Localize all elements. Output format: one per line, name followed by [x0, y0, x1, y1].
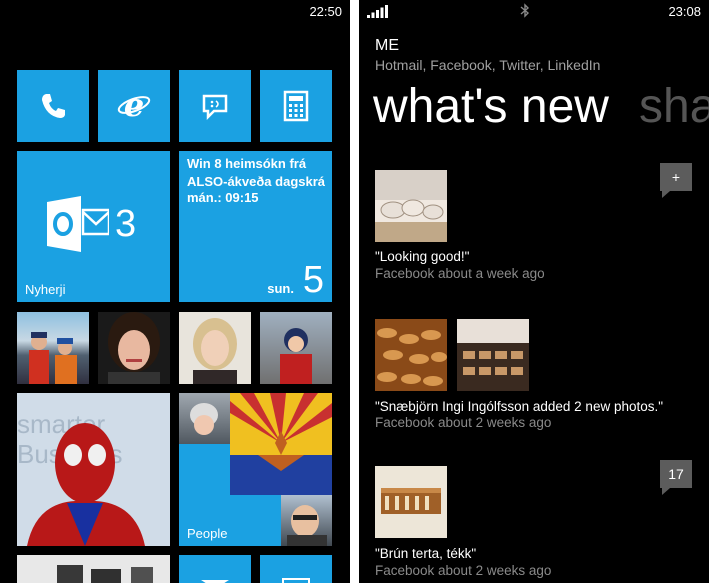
feed-item[interactable]: + "Looking good!" Facebook about a week … — [359, 163, 709, 285]
store-icon — [282, 577, 310, 583]
feed-photo — [375, 319, 447, 391]
people-tile-label: People — [187, 526, 228, 541]
comment-badge[interactable]: + — [660, 163, 692, 198]
phone-icon — [17, 70, 89, 142]
mail-tile[interactable] — [179, 555, 251, 583]
bluetooth-icon — [520, 3, 530, 23]
feed-caption: "Brún terta, tékk" — [375, 546, 477, 561]
calendar-tile[interactable]: Win 8 heimsókn frá ALSO-ákveða dagskrá m… — [179, 151, 332, 302]
people-photo-tile[interactable] — [179, 312, 251, 384]
feed-source-time: Facebook about 2 weeks ago — [375, 563, 552, 578]
people-photo-tile[interactable] — [260, 312, 332, 384]
mail-icon — [201, 577, 229, 583]
photo-tile[interactable] — [17, 555, 170, 583]
people-hub-tile[interactable]: People — [179, 393, 332, 546]
comment-count-badge[interactable]: 17 — [660, 460, 692, 495]
people-photo: smarter Business — [17, 409, 145, 546]
feed-source-time: Facebook about a week ago — [375, 266, 545, 281]
phone-tile[interactable] — [17, 70, 89, 142]
signal-strength-icon — [367, 5, 389, 23]
feed-source-time: Facebook about 2 weeks ago — [375, 415, 552, 430]
hub-subtitle: Hotmail, Facebook, Twitter, LinkedIn — [375, 57, 601, 73]
people-photo — [280, 328, 312, 384]
me-hub-screen: 23:08 ME Hotmail, Facebook, Twitter, Lin… — [359, 0, 709, 583]
calendar-day: sun. — [267, 281, 294, 296]
feed-photo — [375, 170, 447, 242]
feed-item[interactable]: "Snæbjörn Ingi Ingólfsson added 2 new ph… — [359, 319, 709, 434]
outlook-tile-label: Nyherji — [25, 282, 66, 297]
people-photo — [193, 318, 237, 384]
messaging-icon — [179, 70, 251, 142]
feed-photo — [375, 466, 447, 538]
outlook-icon — [47, 196, 111, 257]
people-photo — [281, 495, 332, 546]
calendar-event-time: mán.: 09:15 — [187, 190, 259, 205]
feed-caption: "Snæbjörn Ingi Ingólfsson added 2 new ph… — [375, 399, 664, 414]
people-photo — [179, 393, 230, 444]
hub-title: ME — [375, 37, 399, 54]
feed-photo — [457, 319, 529, 391]
calculator-tile[interactable] — [260, 70, 332, 142]
status-time: 22:50 — [309, 4, 342, 19]
calculator-icon — [260, 70, 332, 142]
start-screen: 22:50 e 3 Nyherji Win 8 heimsókn frá ALS… — [0, 0, 350, 583]
unread-count: 3 — [115, 203, 137, 245]
feed-caption: "Looking good!" — [375, 249, 470, 264]
internet-explorer-tile[interactable]: e — [98, 70, 170, 142]
calendar-event-title: Win 8 heimsókn frá ALSO-ákveða dagskrá — [187, 156, 326, 189]
outlook-mail-tile[interactable]: 3 Nyherji — [17, 151, 170, 302]
pivot-header-whats-new[interactable]: what's new — [373, 79, 609, 134]
people-photo — [108, 312, 160, 384]
calendar-date: 5 — [302, 259, 324, 301]
messaging-tile[interactable] — [179, 70, 251, 142]
pivot-header-share[interactable]: sha — [639, 79, 709, 134]
svg-text:e: e — [124, 89, 144, 123]
people-photo — [230, 393, 332, 495]
internet-explorer-icon: e — [98, 70, 170, 142]
people-photo-tile-large[interactable]: smarter Business — [17, 393, 170, 546]
feed-item[interactable]: 17 "Brún terta, tékk" Facebook about 2 w… — [359, 460, 709, 583]
photo-thumbnail — [57, 565, 153, 583]
people-photo — [29, 332, 77, 384]
people-photo-tile[interactable] — [98, 312, 170, 384]
people-photo-tile[interactable] — [17, 312, 89, 384]
status-time: 23:08 — [668, 4, 701, 19]
store-tile[interactable] — [260, 555, 332, 583]
